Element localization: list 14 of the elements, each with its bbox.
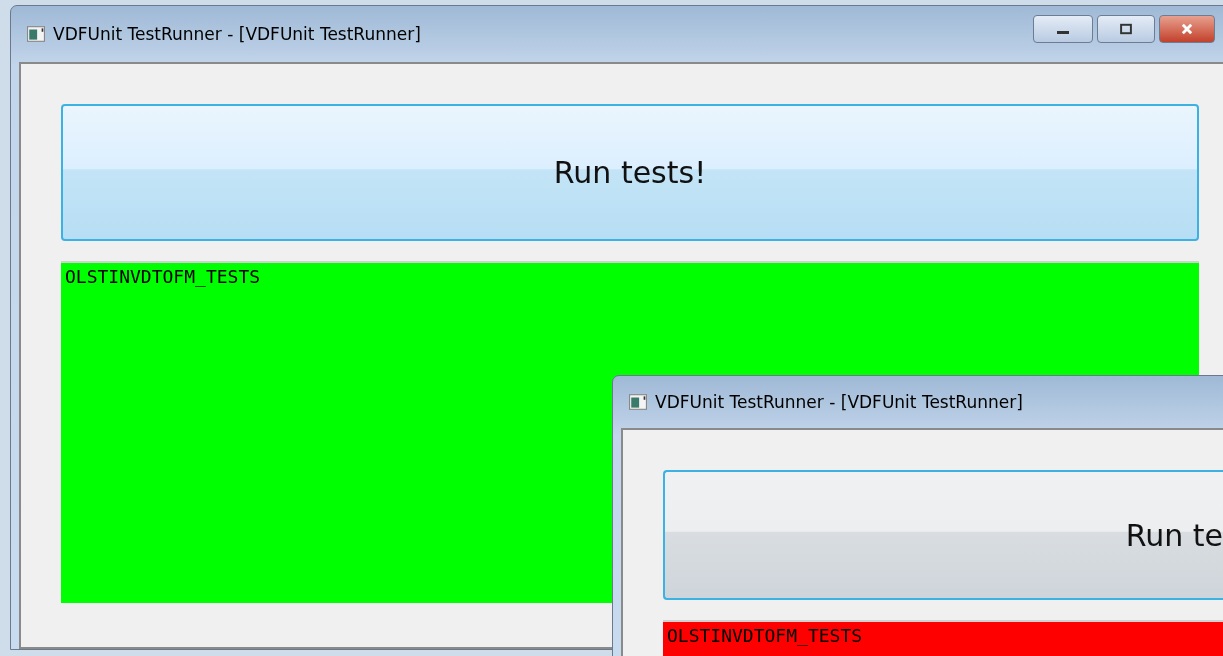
window-title: VDFUnit TestRunner - [VDFUnit TestRunner]: [53, 24, 421, 44]
run-tests-button[interactable]: Run tests!: [61, 104, 1199, 241]
run-tests-button[interactable]: Run te: [663, 470, 1223, 600]
test-suite-name: OLSTINVDTOFM_TESTS: [667, 625, 863, 646]
close-icon: [1180, 22, 1194, 36]
window-title: VDFUnit TestRunner - [VDFUnit TestRunner]: [655, 392, 1023, 412]
minimize-button[interactable]: [1033, 15, 1093, 43]
app-icon: [27, 26, 45, 42]
maximize-icon: [1119, 22, 1133, 36]
test-suite-name: OLSTINVDTOFM_TESTS: [65, 266, 261, 287]
maximize-button[interactable]: [1097, 15, 1155, 43]
close-button[interactable]: [1159, 15, 1215, 43]
minimize-icon: [1057, 31, 1069, 34]
app-icon: [629, 394, 647, 410]
